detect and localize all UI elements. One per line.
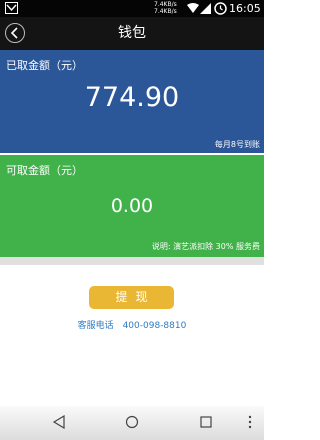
status-bar: 7.4KB/s 7.4KB/s 16:05 [0, 0, 264, 17]
nav-back-icon[interactable] [52, 415, 66, 429]
alarm-icon [214, 2, 227, 15]
section-divider [0, 257, 264, 265]
nav-menu-icon[interactable] [247, 415, 253, 429]
available-note: 说明: 演艺派扣除 30% 服务费 [151, 242, 260, 251]
net-speed-up: 7.4KB/s [154, 1, 177, 8]
notification-icon [5, 2, 18, 14]
withdrawn-card: 已取金额（元） 774.90 每月8号到账 [0, 50, 264, 153]
available-label: 可取金额（元） [6, 164, 83, 177]
support-phone: 客服电话 400-098-8810 [0, 318, 264, 331]
net-speed-down: 7.4KB/s [154, 8, 177, 15]
withdrawn-amount: 774.90 [84, 82, 180, 113]
system-nav-bar [0, 406, 264, 440]
support-phone-number[interactable]: 400-098-8810 [123, 321, 187, 331]
withdraw-button[interactable]: 提现 [89, 286, 174, 309]
status-time: 16:05 [229, 2, 261, 15]
network-speed: 7.4KB/s 7.4KB/s [154, 1, 177, 15]
available-card: 可取金额（元） 0.00 说明: 演艺派扣除 30% 服务费 [0, 155, 264, 257]
withdrawn-note: 每月8号到账 [214, 140, 260, 149]
withdrawn-label: 已取金额（元） [6, 59, 83, 72]
signal-icon [187, 3, 211, 14]
page-title: 钱包 [118, 25, 146, 41]
available-amount: 0.00 [110, 195, 154, 217]
nav-home-icon[interactable] [125, 415, 139, 429]
nav-recents-icon[interactable] [199, 415, 213, 429]
support-phone-label: 客服电话 [77, 321, 114, 331]
title-bar: 钱包 [0, 17, 264, 50]
